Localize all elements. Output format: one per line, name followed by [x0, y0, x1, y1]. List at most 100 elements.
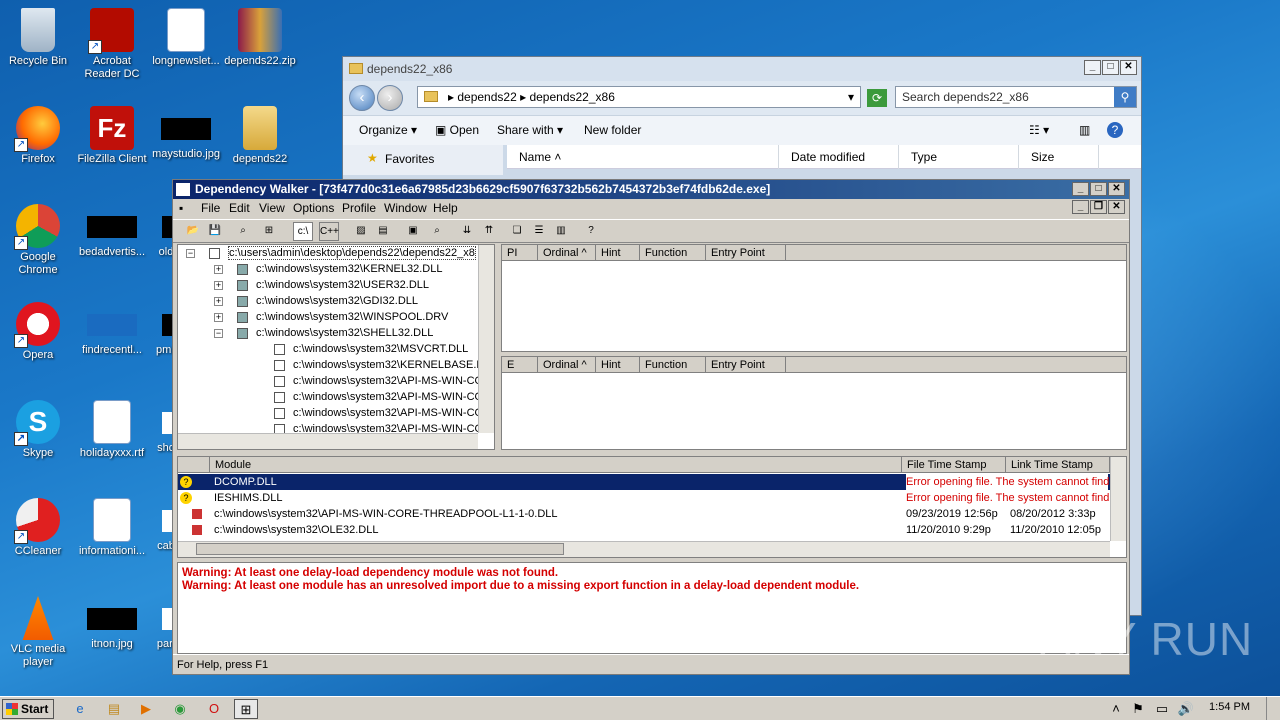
col-hint[interactable]: Hint — [596, 357, 640, 373]
col-e[interactable]: E — [502, 357, 538, 373]
organize-button[interactable]: Organize ▾ — [359, 123, 417, 137]
col-entry-point[interactable]: Entry Point — [706, 357, 786, 373]
system-info-icon[interactable]: ▣ — [403, 222, 423, 241]
tree-vertical-scrollbar[interactable] — [478, 245, 494, 433]
col-hint[interactable]: Hint — [596, 245, 640, 261]
desktop-icon-old[interactable]: old — [136, 204, 176, 259]
close-button[interactable]: ✕ — [1120, 60, 1137, 75]
column-type[interactable]: Type — [899, 145, 1019, 169]
address-bar[interactable]: ▸ depends22 ▸ depends22_x86 ▾ — [417, 86, 861, 108]
module-list-horizontal-scrollbar[interactable] — [178, 541, 1110, 557]
media-player-icon[interactable]: ▶ — [134, 699, 158, 719]
dw-titlebar[interactable]: Dependency Walker - [73f477d0c31e6a67985… — [173, 180, 1129, 199]
minimize-button[interactable]: _ — [1084, 60, 1101, 75]
tree-item[interactable]: c:\windows\system32\MSVCRT.DLL — [274, 341, 468, 357]
tree-item[interactable]: c:\windows\system32\API-MS-WIN-CO — [274, 405, 483, 421]
action-center-icon[interactable]: ⚑ — [1126, 699, 1150, 719]
chrome-icon[interactable]: ◉ — [168, 699, 192, 719]
full-paths-toggle[interactable]: c:\ — [293, 222, 313, 241]
module-list-vertical-scrollbar[interactable] — [1110, 457, 1126, 541]
start-button[interactable]: Start — [2, 699, 54, 719]
module-row[interactable]: ? IESHIMS.DLL Error opening file. The sy… — [178, 490, 1126, 506]
col-ordinal[interactable]: Ordinal ^ — [538, 245, 596, 261]
explorer-icon[interactable]: ▤ — [102, 699, 126, 719]
search-input[interactable]: Search depends22_x86 ⚲ — [895, 86, 1137, 108]
maximize-button[interactable]: □ — [1090, 182, 1107, 196]
menu-view[interactable]: View — [259, 201, 285, 215]
desktop-icon-skype[interactable]: S ↗ Skype — [0, 400, 76, 460]
menu-edit[interactable]: Edit — [229, 201, 250, 215]
menu-file[interactable]: File — [201, 201, 220, 215]
explorer-titlebar[interactable]: depends22_x86 _ □ ✕ — [343, 57, 1141, 81]
preview-pane-icon[interactable]: ▥ — [1079, 123, 1090, 137]
desktop-icon-longnewsletter[interactable]: longnewslet... — [148, 8, 224, 68]
back-button[interactable]: ‹ — [349, 85, 375, 111]
desktop-icon-firefox[interactable]: ↗ Firefox — [0, 106, 76, 166]
tree-item[interactable]: + c:\windows\system32\USER32.DLL — [214, 277, 429, 293]
external-viewer-icon[interactable]: ⌕ — [427, 222, 447, 241]
help-icon[interactable]: ? — [1107, 122, 1123, 138]
module-row[interactable]: c:\windows\system32\API-MS-WIN-CORE-THRE… — [178, 506, 1126, 522]
col-module[interactable]: Module — [210, 457, 902, 473]
open-folder-icon[interactable]: 📂 — [183, 222, 203, 241]
cascade-icon[interactable]: ❏ — [507, 222, 527, 241]
breadcrumb-item[interactable]: depends22 — [457, 90, 516, 104]
tree-item[interactable]: + c:\windows\system32\GDI32.DLL — [214, 293, 418, 309]
chevron-down-icon[interactable]: ▾ — [848, 87, 854, 107]
desktop-icon-recycle-bin[interactable]: Recycle Bin — [0, 8, 76, 68]
search-icon[interactable]: ⚲ — [1114, 87, 1136, 107]
col-icon[interactable] — [178, 457, 210, 473]
module-row[interactable]: c:\windows\system32\OLE32.DLL 11/20/2010… — [178, 522, 1126, 538]
context-help-icon[interactable]: ? — [581, 222, 601, 241]
new-folder-button[interactable]: New folder — [584, 123, 641, 137]
col-pi[interactable]: PI — [502, 245, 538, 261]
tree-icon[interactable]: ⊞ — [259, 222, 279, 241]
tray-expand-icon[interactable]: ˄ — [1104, 699, 1128, 719]
menu-help[interactable]: Help — [433, 201, 458, 215]
tile-vertical-icon[interactable]: ▥ — [551, 222, 571, 241]
module-row[interactable]: ? DCOMP.DLL Error opening file. The syst… — [178, 474, 1126, 490]
col-function[interactable]: Function — [640, 357, 706, 373]
desktop-icon-depends22-zip[interactable]: depends22.zip — [222, 8, 298, 68]
save-icon[interactable]: 💾 — [205, 222, 225, 241]
breadcrumb-item[interactable]: depends22_x86 — [529, 90, 614, 104]
menu-profile[interactable]: Profile — [342, 201, 376, 215]
clock[interactable]: 1:54 PM — [1209, 701, 1250, 713]
desktop-icon-chrome[interactable]: ↗ Google Chrome — [0, 204, 76, 277]
tree-item[interactable]: − c:\windows\system32\SHELL32.DLL — [214, 325, 433, 341]
column-date-modified[interactable]: Date modified — [779, 145, 899, 169]
properties-icon[interactable]: ▤ — [373, 222, 393, 241]
tree-horizontal-scrollbar[interactable] — [178, 433, 478, 449]
desktop-icon-vlc[interactable]: VLC media player — [0, 596, 76, 669]
child-restore-button[interactable]: ❐ — [1090, 200, 1107, 214]
desktop-icon-maystudio[interactable]: maystudio.jpg — [148, 106, 224, 161]
tree-item[interactable]: + c:\windows\system32\KERNEL32.DLL — [214, 261, 442, 277]
forward-button[interactable]: › — [377, 85, 403, 111]
child-close-button[interactable]: ✕ — [1108, 200, 1125, 214]
module-list-pane[interactable]: Module File Time Stamp Link Time Stamp ?… — [177, 456, 1127, 558]
volume-icon[interactable]: 🔊 — [1174, 699, 1198, 719]
column-name[interactable]: Name ˄ — [507, 145, 779, 169]
desktop-icon-sho[interactable]: sho — [136, 400, 176, 455]
tree-item[interactable]: c:\windows\system32\API-MS-WIN-CO — [274, 389, 483, 405]
show-desktop-button[interactable] — [1266, 697, 1280, 720]
close-button[interactable]: ✕ — [1108, 182, 1125, 196]
expand-all-icon[interactable]: ⇊ — [457, 222, 477, 241]
view-options-icon[interactable]: ☷ ▾ — [1029, 123, 1049, 137]
tree-item-root[interactable]: − c:\users\admin\desktop\depends22\depend… — [186, 245, 476, 261]
col-entry-point[interactable]: Entry Point — [706, 245, 786, 261]
desktop-icon-cab[interactable]: cab — [136, 498, 176, 553]
col-function[interactable]: Function — [640, 245, 706, 261]
menu-window[interactable]: Window — [384, 201, 427, 215]
desktop-icon-acrobat[interactable]: ↗ Acrobat Reader DC — [74, 8, 150, 81]
desktop-icon-pmb[interactable]: pmb — [136, 302, 176, 357]
exports-pane[interactable]: E Ordinal ^ Hint Function Entry Point — [501, 356, 1127, 450]
child-minimize-button[interactable]: _ — [1072, 200, 1089, 214]
undecorate-cpp-toggle[interactable]: C++ — [319, 222, 339, 241]
imports-pane[interactable]: PI Ordinal ^ Hint Function Entry Point — [501, 244, 1127, 352]
col-link-time[interactable]: Link Time Stamp — [1006, 457, 1110, 473]
maximize-button[interactable]: □ — [1102, 60, 1119, 75]
menu-options[interactable]: Options — [293, 201, 334, 215]
chart-icon[interactable]: ▨ — [351, 222, 371, 241]
open-button[interactable]: ▣ Open — [435, 123, 479, 137]
